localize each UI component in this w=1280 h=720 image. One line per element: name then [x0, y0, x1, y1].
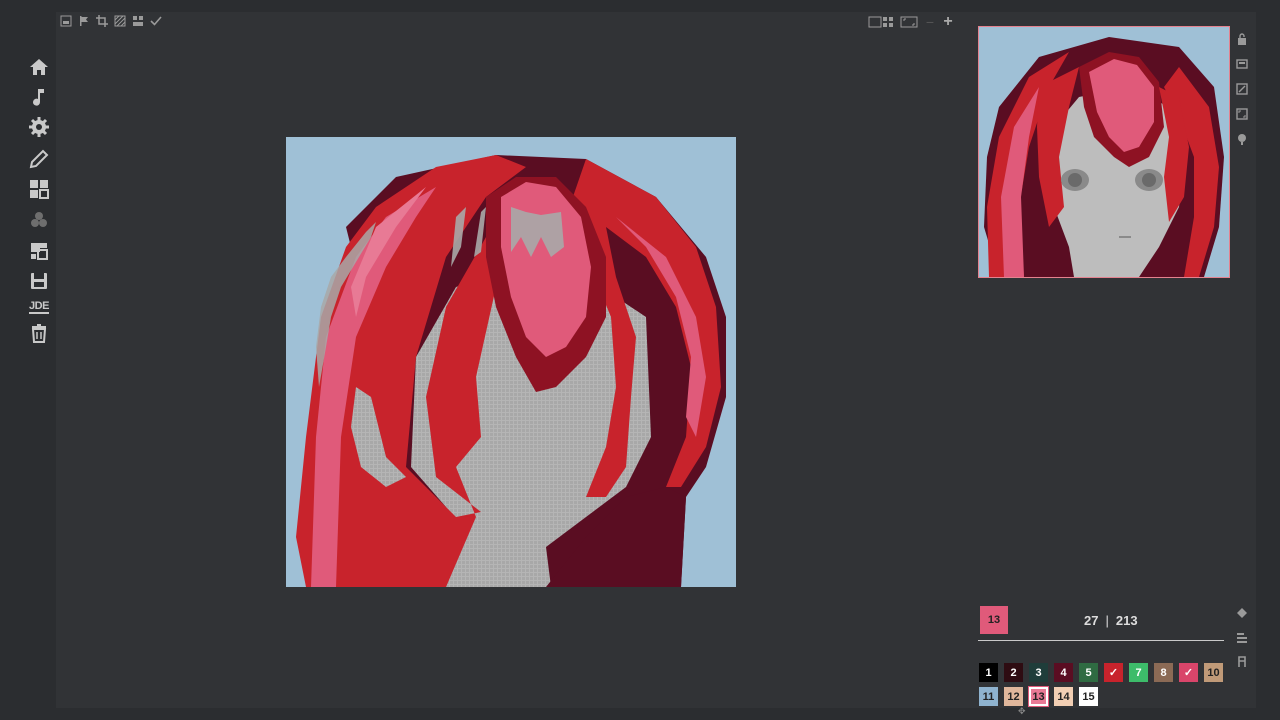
palette-swatch[interactable]: 8	[1154, 663, 1173, 682]
palette-swatch[interactable]: 15	[1079, 687, 1098, 706]
palette-swatch[interactable]: 11	[979, 687, 998, 706]
zoom-out-icon[interactable]: −	[924, 14, 936, 30]
image-icon[interactable]	[60, 15, 72, 27]
split-icon[interactable]	[132, 15, 144, 27]
palette-swatch[interactable]: 2	[1004, 663, 1023, 682]
palette-toolbar	[1234, 606, 1250, 672]
pattern-icon[interactable]	[114, 15, 126, 27]
bulb-icon[interactable]	[1236, 132, 1248, 150]
music-icon[interactable]	[28, 86, 50, 108]
palette-swatch[interactable]: 3	[1029, 663, 1048, 682]
canvas-toolbar	[60, 15, 162, 27]
window-icon[interactable]	[1236, 57, 1248, 75]
palette-panel: 13 27 | 213 1 2 3 4 5 ✓ 7 8 ✓ 10 11 12 13 14 15	[978, 606, 1228, 707]
pixel-counter: 27 | 213	[1084, 613, 1138, 628]
fullscreen-icon[interactable]	[1236, 107, 1248, 125]
layers-icon[interactable]	[28, 240, 50, 262]
palette-swatch[interactable]: 4	[1054, 663, 1073, 682]
lock-icon[interactable]	[1236, 32, 1248, 50]
resize-icon[interactable]	[1236, 82, 1248, 100]
trash-icon[interactable]	[28, 322, 50, 344]
counter-current: 27	[1084, 613, 1099, 628]
palette-swatch[interactable]: 1	[979, 663, 998, 682]
palette-swatch[interactable]: 7	[1129, 663, 1148, 682]
palette-swatch[interactable]: 14	[1054, 687, 1073, 706]
align-icon[interactable]	[1236, 630, 1248, 648]
current-color-swatch[interactable]: 13	[980, 606, 1008, 634]
anchor-icon[interactable]	[1236, 654, 1248, 672]
palette-icon[interactable]	[28, 209, 50, 231]
palette-swatch[interactable]: ✓	[1104, 663, 1123, 682]
preview-toolbar	[1234, 32, 1250, 150]
grid-icon[interactable]	[28, 178, 50, 200]
palette-swatch[interactable]: ✓	[1179, 663, 1198, 682]
pixel-canvas[interactable]	[286, 137, 736, 587]
sidebar: JDE	[0, 0, 56, 720]
jde-label: JDE	[29, 299, 49, 314]
layout-icon[interactable]	[868, 16, 894, 28]
workspace: − + 13 27 | 213 1 2 3 4 5 ✓ 7 8 ✓ 10 11 …	[56, 12, 1256, 716]
view-toolbar: − +	[868, 13, 954, 30]
flag-icon[interactable]	[78, 15, 90, 27]
jde-icon[interactable]: JDE	[28, 296, 50, 318]
zoom-in-icon[interactable]: +	[942, 13, 954, 30]
home-icon[interactable]	[28, 56, 50, 78]
palette-swatch[interactable]: 13	[1028, 686, 1049, 707]
check-icon[interactable]	[150, 15, 162, 27]
palette-swatch[interactable]: 12	[1004, 687, 1023, 706]
palette-swatch[interactable]: 5	[1079, 663, 1098, 682]
palette-swatch[interactable]: 10	[1204, 663, 1223, 682]
counter-separator: |	[1105, 613, 1109, 628]
save-icon[interactable]	[28, 270, 50, 292]
settings-icon[interactable]	[28, 116, 50, 138]
preview-panel	[978, 26, 1230, 278]
palette-divider	[978, 640, 1224, 641]
pencil-icon[interactable]	[28, 148, 50, 170]
fill-icon[interactable]	[1236, 606, 1248, 624]
counter-total: 213	[1115, 613, 1138, 628]
crop-icon[interactable]	[96, 15, 108, 27]
fit-icon[interactable]	[900, 16, 918, 28]
resize-handle-icon[interactable]: ✥	[1018, 706, 1028, 716]
